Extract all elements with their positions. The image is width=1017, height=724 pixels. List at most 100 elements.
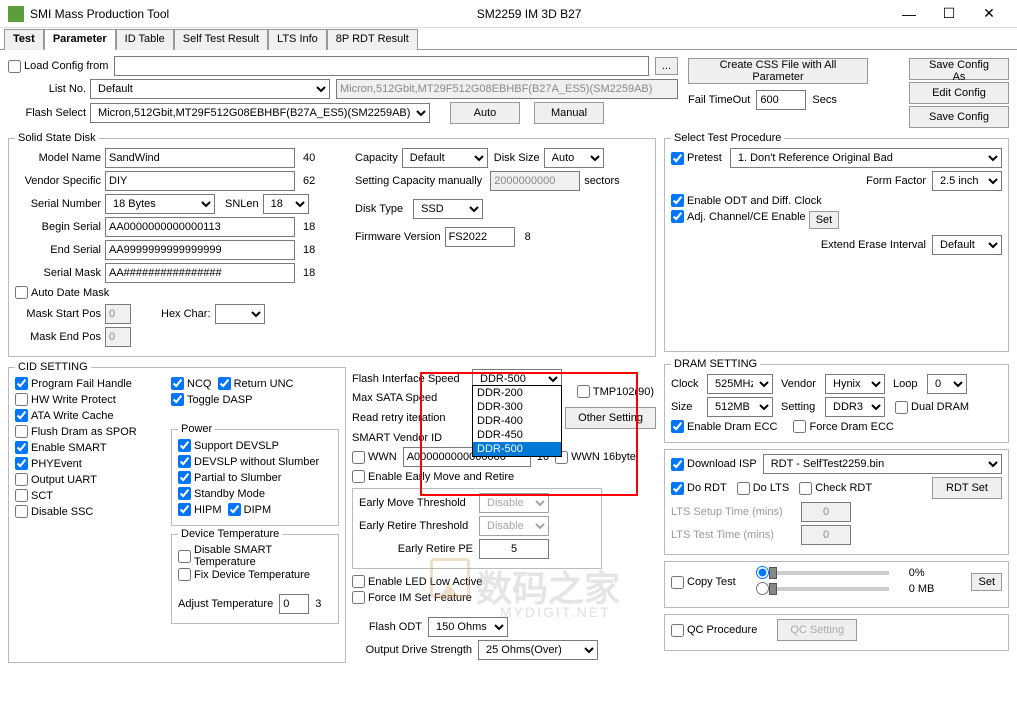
ata-write-cache-check[interactable]: ATA Write Cache xyxy=(15,409,114,422)
force-dram-ecc-check[interactable]: Force Dram ECC xyxy=(793,420,893,433)
tab-8p-rdt[interactable]: 8P RDT Result xyxy=(327,29,418,50)
create-css-button[interactable]: Create CSS File with All Parameter xyxy=(688,58,868,84)
program-fail-handle-check[interactable]: Program Fail Handle xyxy=(15,377,132,390)
dram-clock-select[interactable]: 525MHz xyxy=(707,374,773,394)
minimize-button[interactable]: — xyxy=(889,2,929,26)
sct-check[interactable]: SCT xyxy=(15,489,53,502)
flash-interface-speed-dropdown[interactable]: DDR-200 DDR-300 DDR-400 DDR-450 DDR-500 xyxy=(472,385,562,457)
vendor-specific-input[interactable] xyxy=(105,171,295,191)
phyevent-check[interactable]: PHYEvent xyxy=(15,457,82,470)
enable-early-move-check[interactable]: Enable Early Move and Retire xyxy=(352,470,514,483)
option-ddr-300[interactable]: DDR-300 xyxy=(473,400,561,414)
disable-smart-temp-check[interactable]: Disable SMART Temperature xyxy=(178,544,332,568)
tab-id-table[interactable]: ID Table xyxy=(116,29,174,50)
adjust-temp-input[interactable] xyxy=(279,594,309,614)
snlen-select[interactable]: 18 xyxy=(263,194,309,214)
tab-self-test[interactable]: Self Test Result xyxy=(174,29,268,50)
copy-test-set-button[interactable]: Set xyxy=(971,573,1002,591)
capacity-select[interactable]: Default xyxy=(402,148,488,168)
do-rdt-check[interactable]: Do RDT xyxy=(671,482,727,495)
auto-date-mask-check[interactable]: Auto Date Mask xyxy=(15,286,109,299)
rdt-set-button[interactable]: RDT Set xyxy=(932,477,1002,499)
flash-odt-select[interactable]: 150 Ohms xyxy=(428,617,508,637)
qc-procedure-check[interactable]: QC Procedure xyxy=(671,624,757,637)
hipm-check[interactable]: HIPM xyxy=(178,503,222,516)
return-unc-check[interactable]: Return UNC xyxy=(218,377,294,390)
extend-erase-select[interactable]: Default xyxy=(932,235,1002,255)
copy-test-pct-slider[interactable] xyxy=(769,571,889,575)
pretest-check[interactable]: Pretest xyxy=(671,152,722,165)
dual-dram-check[interactable]: Dual DRAM xyxy=(895,401,969,414)
devslp-no-slumber-check[interactable]: DEVSLP without Slumber xyxy=(178,455,319,468)
dram-setting-select[interactable]: DDR3 xyxy=(825,397,885,417)
adj-channel-ce-check[interactable]: Adj. Channel/CE Enable xyxy=(671,210,806,223)
tab-lts-info[interactable]: LTS Info xyxy=(268,29,327,50)
manual-button[interactable]: Manual xyxy=(534,102,604,124)
enable-smart-check[interactable]: Enable SMART xyxy=(15,441,107,454)
adj-set-button[interactable]: Set xyxy=(809,211,840,229)
hex-char-select[interactable] xyxy=(215,304,265,324)
edit-config-button[interactable]: Edit Config xyxy=(909,82,1009,104)
copy-test-mb-radio[interactable] xyxy=(756,582,769,595)
download-isp-select[interactable]: RDT - SelfTest2259.bin xyxy=(763,454,1002,474)
output-uart-check[interactable]: Output UART xyxy=(15,473,97,486)
copy-test-mb-slider[interactable] xyxy=(769,587,889,591)
option-ddr-500[interactable]: DDR-500 xyxy=(473,442,561,456)
load-config-browse[interactable]: ... xyxy=(655,57,678,75)
firmware-input[interactable] xyxy=(445,227,515,247)
enable-odt-diff-clock-check[interactable]: Enable ODT and Diff. Clock xyxy=(671,194,822,207)
partial-to-slumber-check[interactable]: Partial to Slumber xyxy=(178,471,281,484)
copy-test-check[interactable]: Copy Test xyxy=(671,576,736,589)
end-serial-input[interactable] xyxy=(105,240,295,260)
option-ddr-200[interactable]: DDR-200 xyxy=(473,386,561,400)
pretest-select[interactable]: 1. Don't Reference Original Bad xyxy=(730,148,1002,168)
output-drive-strength-select[interactable]: 25 Ohms(Over) xyxy=(478,640,598,660)
download-isp-check[interactable]: Download ISP xyxy=(671,458,757,471)
serial-number-select[interactable]: 18 Bytes xyxy=(105,194,215,214)
hw-write-protect-check[interactable]: HW Write Protect xyxy=(15,393,116,406)
load-config-path[interactable] xyxy=(114,56,648,76)
toggle-dasp-check[interactable]: Toggle DASP xyxy=(171,393,252,406)
serial-mask-input[interactable] xyxy=(105,263,295,283)
dram-vendor-select[interactable]: Hynix xyxy=(825,374,885,394)
tmp102-check[interactable]: TMP102(90) xyxy=(577,385,654,398)
wwn-16byte-check[interactable]: WWN 16byte xyxy=(555,451,636,464)
save-config-as-button[interactable]: Save Config As xyxy=(909,58,1009,80)
auto-button[interactable]: Auto xyxy=(450,102,520,124)
save-config-button[interactable]: Save Config xyxy=(909,106,1009,128)
tab-parameter[interactable]: Parameter xyxy=(44,29,116,50)
dram-size-select[interactable]: 512MB xyxy=(707,397,773,417)
begin-serial-input[interactable] xyxy=(105,217,295,237)
load-config-check[interactable]: Load Config from xyxy=(8,60,108,73)
force-im-set-check[interactable]: Force IM Set Feature xyxy=(352,591,472,604)
tab-test[interactable]: Test xyxy=(4,29,44,50)
flush-dram-spor-check[interactable]: Flush Dram as SPOR xyxy=(15,425,137,438)
dipm-check[interactable]: DIPM xyxy=(228,503,272,516)
disk-size-select[interactable]: Auto xyxy=(544,148,604,168)
disk-type-select[interactable]: SSD xyxy=(413,199,483,219)
dram-loop-select[interactable]: 0 xyxy=(927,374,967,394)
model-name-input[interactable] xyxy=(105,148,295,168)
flash-select[interactable]: Micron,512Gbit,MT29F512G08EBHBF(B27A_ES5… xyxy=(90,103,430,123)
ncq-check[interactable]: NCQ xyxy=(171,377,211,390)
early-retire-pe-input[interactable] xyxy=(479,539,549,559)
option-ddr-450[interactable]: DDR-450 xyxy=(473,428,561,442)
maximize-button[interactable]: ☐ xyxy=(929,2,969,26)
disable-ssc-check[interactable]: Disable SSC xyxy=(15,505,93,518)
early-move-threshold-select: Disable xyxy=(479,493,549,513)
standby-mode-check[interactable]: Standby Mode xyxy=(178,487,265,500)
enable-dram-ecc-check[interactable]: Enable Dram ECC xyxy=(671,420,777,433)
enable-led-low-check[interactable]: Enable LED Low Active xyxy=(352,575,482,588)
fix-device-temp-check[interactable]: Fix Device Temperature xyxy=(178,568,310,581)
option-ddr-400[interactable]: DDR-400 xyxy=(473,414,561,428)
copy-test-pct-radio[interactable] xyxy=(756,566,769,579)
list-no-select[interactable]: Default xyxy=(90,79,330,99)
fail-timeout-input[interactable] xyxy=(756,90,806,110)
close-button[interactable]: ✕ xyxy=(969,2,1009,26)
other-setting-button[interactable]: Other Setting xyxy=(565,407,656,429)
support-devslp-check[interactable]: Support DEVSLP xyxy=(178,439,279,452)
do-lts-check[interactable]: Do LTS xyxy=(737,482,789,495)
check-rdt-check[interactable]: Check RDT xyxy=(799,482,872,495)
wwn-check[interactable]: WWN xyxy=(352,451,397,464)
form-factor-select[interactable]: 2.5 inch xyxy=(932,171,1002,191)
